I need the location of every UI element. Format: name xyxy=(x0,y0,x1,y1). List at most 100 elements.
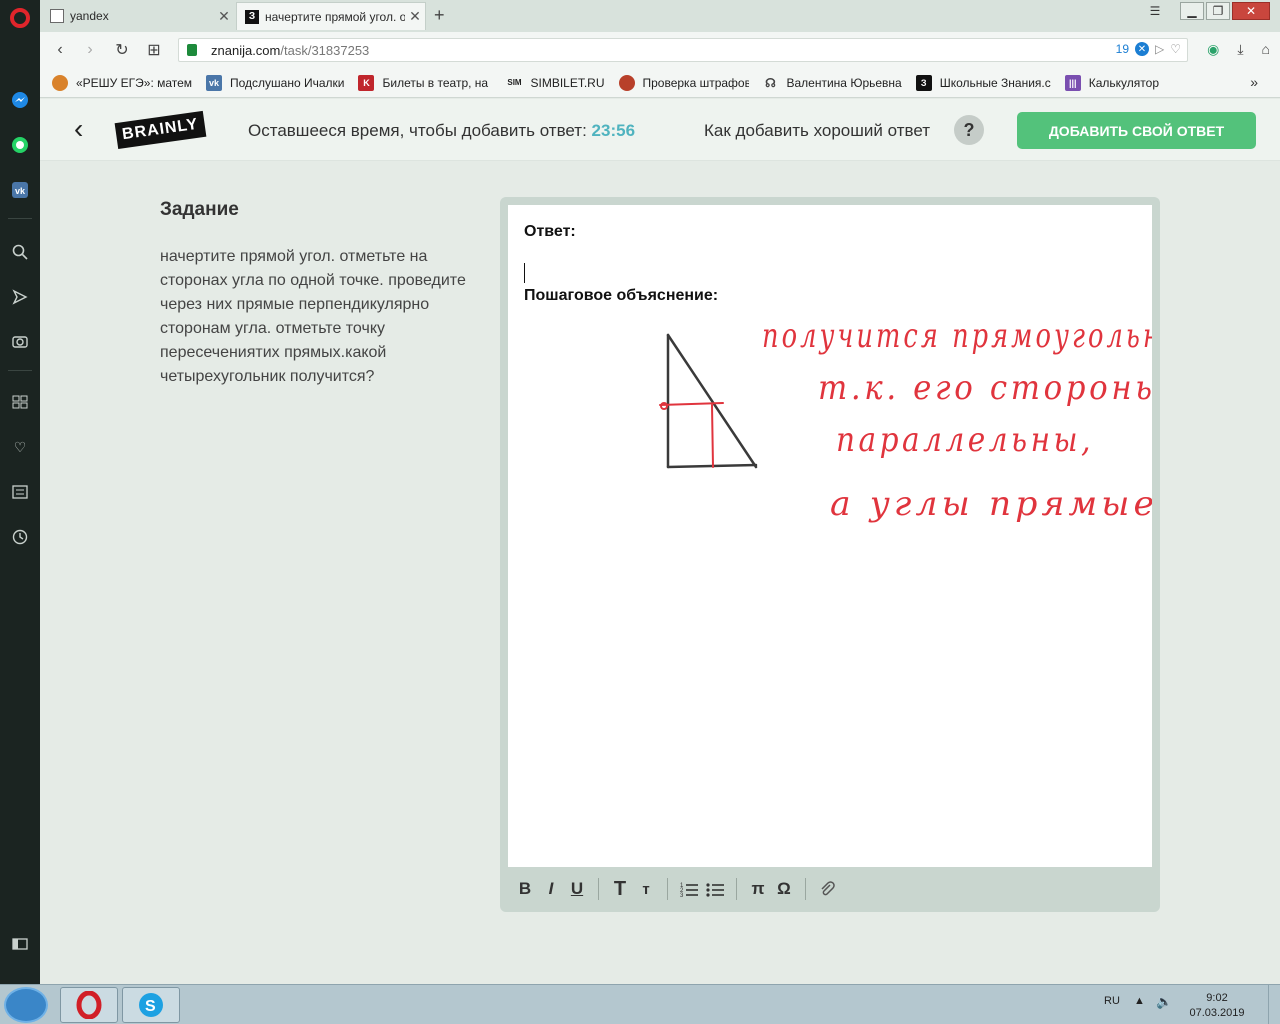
vpn-icon[interactable]: ◉ xyxy=(1207,41,1219,58)
underline-button[interactable]: U xyxy=(564,876,590,902)
hand-line-1: получится прямоугольник, xyxy=(762,316,1152,356)
svg-text:vk: vk xyxy=(15,186,26,196)
clock-date: 07.03.2019 xyxy=(1189,1007,1245,1019)
show-desktop-button[interactable] xyxy=(1268,985,1280,1024)
whatsapp-icon[interactable] xyxy=(10,135,30,155)
page-header: ‹ BRAINLY Оставшееся время, чтобы добави… xyxy=(40,99,1280,161)
italic-button[interactable]: I xyxy=(538,876,564,902)
bookmark-item[interactable]: K Билеты в театр, на к xyxy=(358,74,492,91)
hand-line-4: а углы прямые xyxy=(830,484,1152,524)
pi-button[interactable]: π xyxy=(745,876,771,902)
hand-line-2: т.к. его стороны xyxy=(818,368,1152,408)
bold-button[interactable]: B xyxy=(512,876,538,902)
tab-yandex[interactable]: yandex ✕ xyxy=(42,2,234,30)
bookmarks-bar: «РЕШУ ЕГЭ»: матема vk Подслушано Ичалки K… xyxy=(40,68,1280,98)
reshu-icon xyxy=(52,74,68,91)
close-tab-icon[interactable]: ✕ xyxy=(214,8,234,25)
back-icon[interactable]: ‹ xyxy=(50,40,70,60)
bullet-list-icon[interactable] xyxy=(702,876,728,902)
gibdd-icon xyxy=(618,74,635,91)
sim-icon: SIM xyxy=(506,74,523,91)
bookmark-item[interactable]: vk Подслушано Ичалки xyxy=(206,74,344,91)
taskbar-skype-icon[interactable]: S xyxy=(122,987,180,1023)
hand-line-3: параллельны, xyxy=(836,420,1094,460)
handwritten-drawing: получится прямоугольник, т.к. его сторон… xyxy=(659,316,1152,524)
heart-icon[interactable]: ♡ xyxy=(10,437,30,457)
headset-icon: ☊ xyxy=(762,74,779,91)
ordered-list-icon[interactable]: 123 xyxy=(676,876,702,902)
add-answer-button[interactable]: ДОБАВИТЬ СВОЙ ОТВЕТ xyxy=(1017,112,1256,149)
language-indicator[interactable]: RU xyxy=(1104,995,1120,1007)
url-path: /task/31837253 xyxy=(280,42,370,58)
bookmark-heart-icon[interactable]: ♡ xyxy=(1170,42,1181,56)
os-taskbar: S RU ▲ 🔈 9:02 07.03.2019 xyxy=(0,984,1280,1024)
back-chevron-icon[interactable]: ‹ xyxy=(74,113,83,145)
rectangle-sketch xyxy=(659,402,724,468)
editor-canvas[interactable]: Ответ: Пошаговое объяснение: получится п… xyxy=(508,205,1152,867)
document-icon xyxy=(50,9,64,23)
address-bar: ‹ › ↻ ⊞ znanija.com/task/31837253 19 ✕ ▷… xyxy=(40,32,1280,68)
tab-menu-icon[interactable]: ☰ xyxy=(1144,2,1166,20)
help-icon[interactable]: ? xyxy=(954,115,984,145)
volume-icon[interactable]: 🔈 xyxy=(1156,994,1172,1010)
bookmark-item[interactable]: «РЕШУ ЕГЭ»: матема xyxy=(52,74,192,91)
maximize-button[interactable]: ❐ xyxy=(1206,2,1230,20)
forward-icon[interactable]: › xyxy=(80,40,100,60)
url-host: znanija.com xyxy=(211,42,281,58)
bookmark-item[interactable]: Проверка штрафов xyxy=(618,74,749,91)
tab-znanija[interactable]: З начертите прямой угол. о ✕ xyxy=(236,2,426,30)
bookmark-item[interactable]: SIM SIMBILET.RU xyxy=(506,74,605,91)
camera-icon[interactable] xyxy=(10,331,30,351)
attach-icon[interactable] xyxy=(814,876,840,902)
lock-icon xyxy=(187,44,197,56)
messenger-icon[interactable] xyxy=(10,90,30,110)
tab-strip: yandex ✕ З начертите прямой угол. о ✕ + … xyxy=(40,0,1280,32)
vk-icon[interactable]: vk xyxy=(10,180,30,200)
svg-text:3: 3 xyxy=(680,893,684,897)
tab-title: yandex xyxy=(70,9,109,23)
clock[interactable]: 9:02 07.03.2019 xyxy=(1188,991,1246,1021)
close-tab-icon[interactable]: ✕ xyxy=(405,8,425,25)
editor-toolbar: B I U T т 123 π Ω xyxy=(508,871,1152,907)
download-icon[interactable]: ⤓ xyxy=(1237,41,1243,58)
url-input[interactable]: znanija.com/task/31837253 19 ✕ ▷ ♡ xyxy=(178,38,1188,62)
heading-large-button[interactable]: T xyxy=(607,876,633,902)
windows-start-icon[interactable] xyxy=(4,987,48,1023)
minimize-button[interactable]: ▁ xyxy=(1180,2,1204,20)
search-icon[interactable] xyxy=(10,242,30,262)
bookmark-item[interactable]: З Школьные Знания.с xyxy=(915,74,1051,91)
handwritten-answer: получится прямоугольник, т.к. его сторон… xyxy=(762,316,1152,524)
tabs-grid-icon[interactable]: ⊞ xyxy=(144,40,164,60)
snapshot-icon[interactable]: ⌂ xyxy=(1262,41,1270,58)
send-icon[interactable] xyxy=(10,287,30,307)
adblock-count: 19 xyxy=(1115,42,1129,56)
task-text: начертите прямой угол. отметьте на сторо… xyxy=(160,248,466,385)
tray-arrow-icon[interactable]: ▲ xyxy=(1134,995,1145,1007)
znanija-icon: З xyxy=(915,74,932,91)
opera-logo-icon[interactable] xyxy=(10,8,30,28)
sidebar-toggle-icon[interactable] xyxy=(10,934,30,954)
speed-dial-icon[interactable] xyxy=(10,392,30,412)
vk-icon: vk xyxy=(206,74,222,91)
adblock-icon[interactable]: ✕ xyxy=(1135,42,1149,56)
heading-small-button[interactable]: т xyxy=(633,876,659,902)
taskbar-opera-icon[interactable] xyxy=(60,987,118,1023)
share-icon[interactable]: ▷ xyxy=(1155,42,1164,56)
timer-text: Оставшееся время, чтобы добавить ответ: … xyxy=(248,121,636,140)
history-icon[interactable] xyxy=(10,527,30,547)
calc-icon: ||| xyxy=(1064,74,1081,91)
howto-link[interactable]: Как добавить хороший ответ xyxy=(704,121,930,141)
close-window-button[interactable]: ✕ xyxy=(1232,2,1270,20)
task-title: Задание xyxy=(160,199,239,220)
brainly-logo[interactable]: BRAINLY xyxy=(114,110,207,150)
omega-button[interactable]: Ω xyxy=(771,876,797,902)
bookmark-item[interactable]: ☊ Валентина Юрьевна xyxy=(762,74,902,91)
reload-icon[interactable]: ↻ xyxy=(112,40,132,60)
news-icon[interactable] xyxy=(10,482,30,502)
bookmark-item[interactable]: ||| Калькулятор xyxy=(1064,74,1159,91)
more-bookmarks-icon[interactable]: » xyxy=(1250,74,1258,90)
timer-value: 23:56 xyxy=(591,121,636,140)
answer-editor: Ответ: Пошаговое объяснение: получится п… xyxy=(500,197,1160,912)
znanija-favicon-icon: З xyxy=(245,9,259,24)
new-tab-button[interactable]: + xyxy=(434,5,445,26)
